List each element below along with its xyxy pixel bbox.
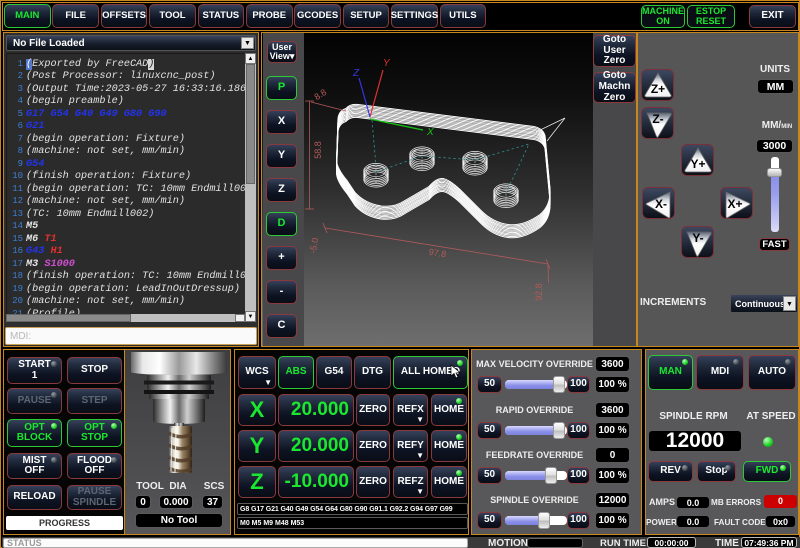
svg-text:X: X [426, 127, 434, 138]
svg-text:X+: X+ [727, 197, 742, 211]
svg-text:X-: X- [655, 197, 667, 211]
svg-text:92.8: 92.8 [534, 283, 544, 301]
svg-text:8.8: 8.8 [312, 87, 328, 102]
svg-text:-5.0: -5.0 [308, 237, 321, 254]
svg-text:58.8: 58.8 [313, 141, 323, 159]
svg-text:Z+: Z+ [651, 82, 665, 96]
svg-text:Z-: Z- [652, 112, 663, 126]
svg-text:97.8: 97.8 [428, 247, 447, 260]
svg-text:Y+: Y+ [690, 157, 705, 171]
svg-text:Y-: Y- [692, 231, 703, 245]
svg-text:Z: Z [352, 68, 360, 79]
svg-text:Y: Y [383, 58, 391, 69]
